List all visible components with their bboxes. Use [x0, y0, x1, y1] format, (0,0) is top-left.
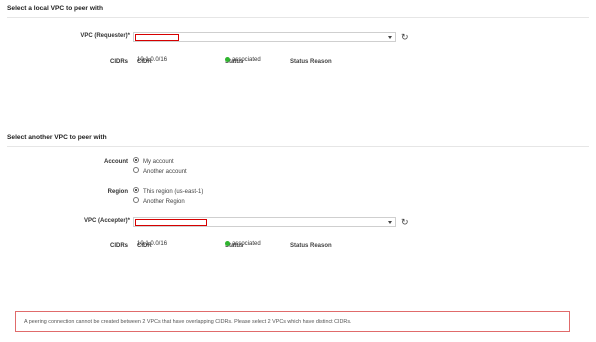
green-dot-icon — [225, 241, 230, 246]
status-value: associated — [232, 57, 261, 63]
error-alert: A peering connection cannot be created b… — [15, 311, 570, 332]
vpc-accepter-label: VPC (Accepter)* — [83, 218, 130, 224]
another-section-title: Select another VPC to peer with — [7, 134, 107, 141]
cidr-value: 10.1.0.0/16 — [137, 57, 168, 63]
radio-another-region[interactable]: Another Region — [133, 197, 185, 205]
another-cidrs-label: CIDRs — [109, 243, 128, 249]
column-header-status-reason: Status Reason — [290, 243, 332, 249]
radio-unchecked-icon — [133, 197, 139, 203]
radio-label: My account — [143, 159, 174, 165]
account-label: Account — [104, 159, 128, 165]
radio-label: Another Region — [143, 199, 185, 205]
region-label: Region — [107, 189, 128, 195]
status-cell: associated — [225, 57, 261, 63]
refresh-icon[interactable]: ↻ — [401, 217, 409, 227]
chevron-down-icon — [388, 221, 392, 224]
green-dot-icon — [225, 57, 230, 62]
local-cidrs-label: CIDRs — [109, 59, 128, 65]
vpc-accepter-highlight — [135, 219, 207, 226]
radio-checked-icon — [133, 157, 139, 163]
vpc-accepter-select[interactable] — [133, 217, 396, 227]
refresh-icon[interactable]: ↻ — [401, 32, 409, 42]
local-section-title: Select a local VPC to peer with — [7, 5, 104, 12]
error-message: A peering connection cannot be created b… — [24, 319, 352, 325]
status-value: associated — [232, 241, 261, 247]
radio-my-account[interactable]: My account — [133, 157, 174, 165]
radio-this-region[interactable]: This region (us-east-1) — [133, 187, 203, 195]
radio-label: This region (us-east-1) — [143, 189, 204, 195]
radio-checked-icon — [133, 187, 139, 193]
cidr-value: 10.1.0.0/16 — [137, 241, 168, 247]
column-header-status-reason: Status Reason — [290, 59, 332, 65]
vpc-requester-highlight — [135, 34, 179, 41]
status-cell: associated — [225, 241, 261, 247]
section-divider — [7, 17, 589, 18]
vpc-requester-select[interactable] — [133, 32, 396, 42]
section-divider — [7, 146, 589, 147]
radio-unchecked-icon — [133, 167, 139, 173]
radio-another-account[interactable]: Another account — [133, 167, 187, 175]
chevron-down-icon — [388, 36, 392, 39]
vpc-requester-label: VPC (Requester)* — [80, 33, 130, 39]
radio-label: Another account — [143, 169, 187, 175]
